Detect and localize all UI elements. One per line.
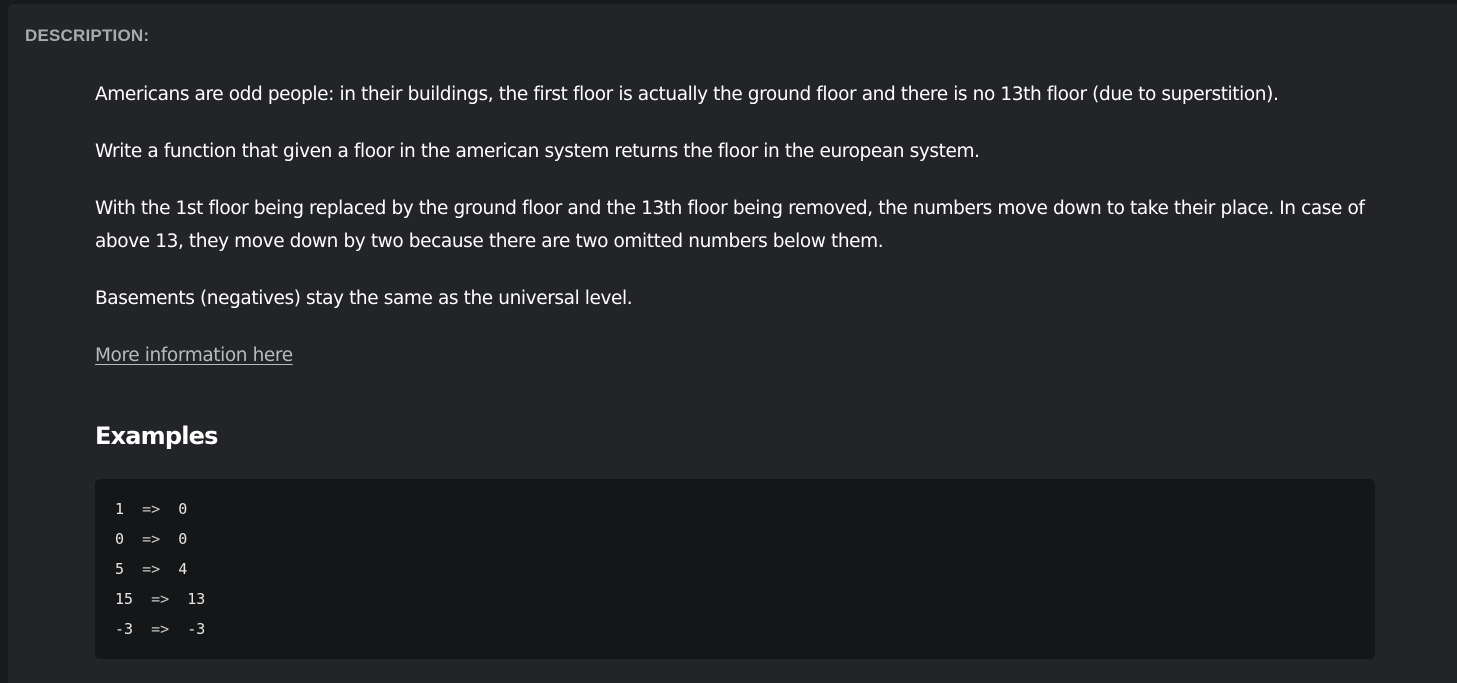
example-arrow: =>	[142, 500, 161, 518]
example-line-3: 5 => 4	[115, 554, 1355, 584]
description-content: Americans are odd people: in their build…	[95, 78, 1385, 659]
examples-code-block: 1 => 0 0 => 0 5 => 4 15 => 13 -3 => -3	[95, 479, 1375, 659]
more-information-link[interactable]: More information here	[95, 339, 293, 372]
example-output: -3	[187, 620, 206, 638]
examples-heading: Examples	[95, 422, 218, 450]
example-input: 1	[115, 500, 125, 518]
example-output: 0	[178, 530, 188, 548]
example-input: 0	[115, 530, 125, 548]
description-paragraph-3: With the 1st floor being replaced by the…	[95, 198, 1365, 252]
description-panel: DESCRIPTION: Americans are odd people: i…	[8, 4, 1457, 683]
example-arrow: =>	[142, 560, 161, 578]
example-input: -3	[115, 620, 134, 638]
example-input: 5	[115, 560, 125, 578]
example-line-4: 15 => 13	[115, 584, 1355, 614]
example-output: 0	[178, 500, 188, 518]
description-paragraph-4: Basements (negatives) stay the same as t…	[95, 288, 633, 309]
example-line-1: 1 => 0	[115, 494, 1355, 524]
description-paragraph-1: Americans are odd people: in their build…	[95, 84, 1279, 105]
example-arrow: =>	[142, 530, 161, 548]
description-label: DESCRIPTION:	[25, 26, 150, 45]
example-line-2: 0 => 0	[115, 524, 1355, 554]
example-arrow: =>	[151, 620, 170, 638]
description-paragraph-2: Write a function that given a floor in t…	[95, 141, 980, 162]
example-output: 4	[178, 560, 188, 578]
example-input: 15	[115, 590, 134, 608]
example-arrow: =>	[151, 590, 170, 608]
example-line-5: -3 => -3	[115, 614, 1355, 644]
example-output: 13	[187, 590, 206, 608]
